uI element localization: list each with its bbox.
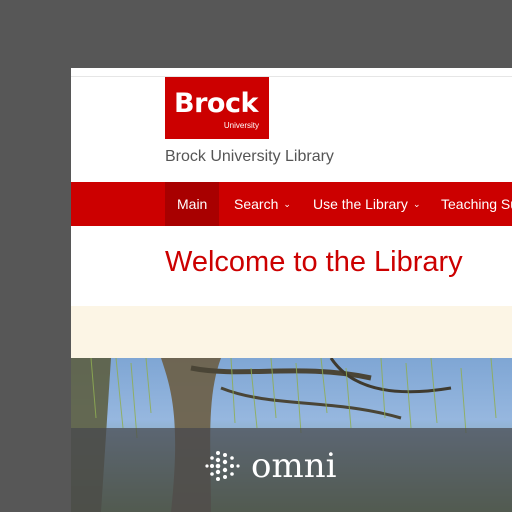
site-name[interactable]: Brock University Library [165,148,334,166]
top-divider [71,76,512,77]
hero-image: omni [71,358,512,512]
main-nav: Main Search ⌄ Use the Library ⌄ Teaching S… [71,182,512,226]
logo-subtitle: University [223,121,259,130]
omni-logo[interactable]: omni [201,446,336,486]
chevron-down-icon: ⌄ [412,199,421,209]
nav-item-search[interactable]: Search ⌄ [234,182,291,226]
logo-wordmark: Brock [174,88,258,119]
chevron-down-icon: ⌄ [283,199,291,209]
browser-viewport: Brock University Brock University Librar… [71,68,512,512]
nav-item-label: Use the Library [313,196,408,212]
nav-item-label: Search [234,196,279,212]
nav-item-label: Main [177,196,208,212]
nav-item-use-the-library[interactable]: Use the Library ⌄ [313,182,420,226]
nav-item-main[interactable]: Main [165,182,220,226]
nav-item-teaching-support[interactable]: Teaching Su [441,182,512,226]
omni-dots-icon [205,451,240,481]
notice-banner [71,306,512,358]
omni-search-panel: omni [71,428,512,512]
page-title: Welcome to the Library [165,246,463,278]
nav-item-label: Teaching Su [441,196,512,212]
omni-label: omni [251,446,337,486]
brock-logo[interactable]: Brock University [165,77,269,139]
